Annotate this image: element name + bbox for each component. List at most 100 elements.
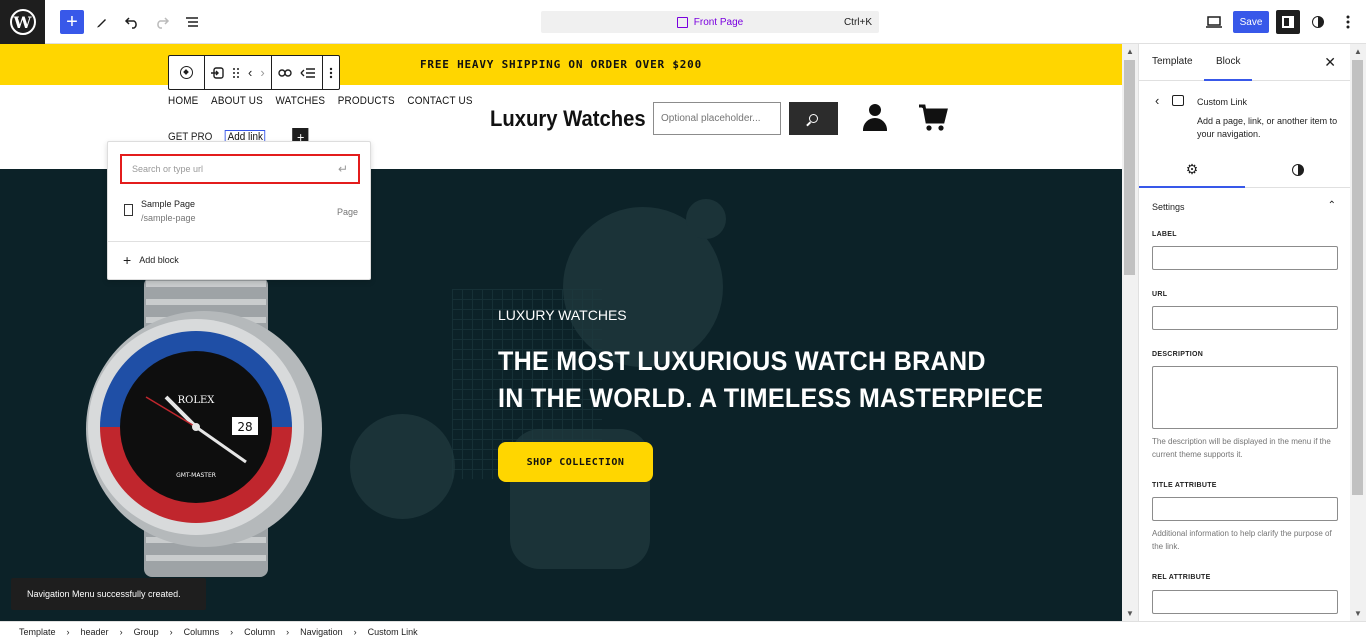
label-input[interactable] <box>1152 246 1338 270</box>
hero-title-line1: THE MOST LUXURIOUS WATCH BRAND <box>498 346 986 376</box>
title-attribute-help: Additional information to help clarify t… <box>1152 529 1332 551</box>
scroll-up-icon[interactable]: ▲ <box>1126 47 1134 56</box>
styles-button[interactable] <box>1306 10 1330 34</box>
options-menu-button[interactable] <box>1336 10 1360 34</box>
link-control-popover: Search or type url ↵ Sample Page /sample… <box>107 141 371 280</box>
sidebar-icon <box>1282 16 1294 28</box>
site-title[interactable]: Luxury Watches <box>490 106 646 132</box>
snackbar-notice[interactable]: Navigation Menu successfully created. <box>11 578 206 610</box>
chevron-up-icon[interactable]: ⌃ <box>1328 200 1336 211</box>
title-attribute-label: TITLE ATTRIBUTE <box>1152 482 1217 489</box>
preview-button[interactable] <box>1202 10 1226 34</box>
custom-link-icon[interactable] <box>211 66 224 79</box>
nav-item-products[interactable]: PRODUCTS <box>338 95 395 107</box>
watch-date: 28 <box>237 420 252 434</box>
contrast-icon <box>1312 16 1324 28</box>
block-card-title: Custom Link <box>1197 97 1248 107</box>
move-left-icon[interactable]: ‹ <box>248 65 252 80</box>
move-right-icon[interactable]: › <box>260 65 264 80</box>
search-button[interactable] <box>789 102 838 135</box>
url-input[interactable] <box>1152 306 1338 330</box>
custom-link-icon <box>1172 95 1184 106</box>
breadcrumb-separator-icon: › <box>169 626 173 637</box>
link-icon[interactable] <box>277 68 292 78</box>
decorative-circle <box>350 414 455 519</box>
tab-styles[interactable] <box>1245 152 1351 188</box>
wordpress-logo-button[interactable]: W <box>0 0 45 44</box>
promo-text: FREE HEAVY SHIPPING ON ORDER OVER $200 <box>419 58 703 71</box>
breadcrumb-separator-icon: › <box>66 626 70 637</box>
scrollbar-thumb[interactable] <box>1124 60 1135 275</box>
breadcrumb-item[interactable]: Group <box>134 627 159 637</box>
scroll-down-icon[interactable]: ▼ <box>1126 609 1134 618</box>
close-icon[interactable]: ✕ <box>1324 54 1336 71</box>
title-attribute-input[interactable] <box>1152 497 1338 521</box>
scrollbar-thumb[interactable] <box>1352 60 1363 495</box>
link-search-placeholder: Search or type url <box>132 164 204 174</box>
document-overview-button[interactable] <box>180 10 204 34</box>
redo-button[interactable] <box>150 10 174 34</box>
description-field-label: DESCRIPTION <box>1152 351 1204 358</box>
breadcrumb-item[interactable]: Columns <box>184 627 220 637</box>
rel-attribute-input[interactable] <box>1152 590 1338 614</box>
url-field-label: URL <box>1152 291 1168 298</box>
breadcrumb-item[interactable]: Custom Link <box>368 627 418 637</box>
add-block-label: Add block <box>139 255 179 265</box>
cart-icon[interactable] <box>918 104 948 137</box>
drag-handle-icon[interactable] <box>232 67 240 79</box>
scroll-up-icon[interactable]: ▲ <box>1354 47 1362 56</box>
search-input[interactable]: Optional placeholder... <box>653 102 781 135</box>
breadcrumb-separator-icon: › <box>353 626 357 637</box>
undo-button[interactable] <box>120 10 144 34</box>
command-palette-bar[interactable]: Front Page Ctrl+K <box>541 11 879 33</box>
description-textarea[interactable] <box>1152 366 1338 429</box>
desktop-icon <box>1206 16 1222 28</box>
block-options-button[interactable] <box>323 56 339 89</box>
hero-kicker: LUXURY WATCHES <box>498 307 627 323</box>
block-inserter-button[interactable]: + <box>60 10 84 34</box>
save-button[interactable]: Save <box>1233 11 1269 33</box>
description-help: The description will be displayed in the… <box>1152 437 1331 459</box>
redo-icon <box>157 17 170 29</box>
nav-item-contact[interactable]: CONTACT US <box>407 95 472 107</box>
edit-tool-button[interactable] <box>90 10 114 34</box>
add-submenu-icon[interactable] <box>300 67 316 78</box>
command-shortcut: Ctrl+K <box>843 16 872 28</box>
block-mover-group: ‹ › <box>205 56 272 89</box>
scroll-down-icon[interactable]: ▼ <box>1354 609 1362 618</box>
tab-template[interactable]: Template <box>1152 56 1193 67</box>
back-chevron-icon[interactable]: ‹ <box>1155 93 1159 108</box>
rel-attribute-label: REL ATTRIBUTE <box>1152 574 1211 581</box>
nav-item-home[interactable]: HOME <box>168 95 198 107</box>
label-field-label: LABEL <box>1152 231 1177 238</box>
breadcrumb-item[interactable]: Column <box>244 627 275 637</box>
tab-settings[interactable]: ⚙ <box>1139 152 1245 188</box>
account-icon[interactable] <box>862 104 888 132</box>
editor-top-bar: W + Front Page Ctrl+K Save <box>0 0 1366 44</box>
tab-block[interactable]: Block <box>1203 56 1254 81</box>
navigation-menu: HOME ABOUT US WATCHES PRODUCTS CONTACT U… <box>168 95 473 107</box>
nav-item-watches[interactable]: WATCHES <box>276 95 326 107</box>
settings-toggle-button[interactable] <box>1276 10 1300 34</box>
link-search-input[interactable]: Search or type url ↵ <box>120 154 360 184</box>
undo-icon <box>124 17 137 29</box>
breadcrumb-item[interactable]: header <box>81 627 109 637</box>
breadcrumb-separator-icon: › <box>230 626 234 637</box>
canvas-scrollbar[interactable]: ▲ ▼ <box>1122 44 1138 621</box>
block-parent-button[interactable] <box>169 56 205 89</box>
enter-icon[interactable]: ↵ <box>338 162 348 176</box>
add-block-button[interactable]: + Add block <box>123 252 179 268</box>
inspector-tabs: ⚙ <box>1139 152 1351 188</box>
shop-collection-button[interactable]: SHOP COLLECTION <box>498 442 653 482</box>
nav-item-about[interactable]: ABOUT US <box>211 95 263 107</box>
link-suggestion-item[interactable]: Sample Page /sample-page Page <box>122 197 358 227</box>
page-icon <box>124 204 133 216</box>
editor-canvas[interactable]: FREE HEAVY SHIPPING ON ORDER OVER $200 ‹… <box>0 44 1122 621</box>
breadcrumb-item[interactable]: Navigation <box>300 627 343 637</box>
suggestion-url: /sample-page <box>141 213 196 223</box>
sidebar-scrollbar[interactable]: ▲ ▼ <box>1350 44 1366 621</box>
settings-section-title[interactable]: Settings <box>1152 202 1185 212</box>
breadcrumb-item[interactable]: Template <box>19 627 56 637</box>
hero-title: THE MOST LUXURIOUS WATCH BRAND IN THE WO… <box>498 343 1043 417</box>
gear-icon: ⚙ <box>1185 160 1199 177</box>
